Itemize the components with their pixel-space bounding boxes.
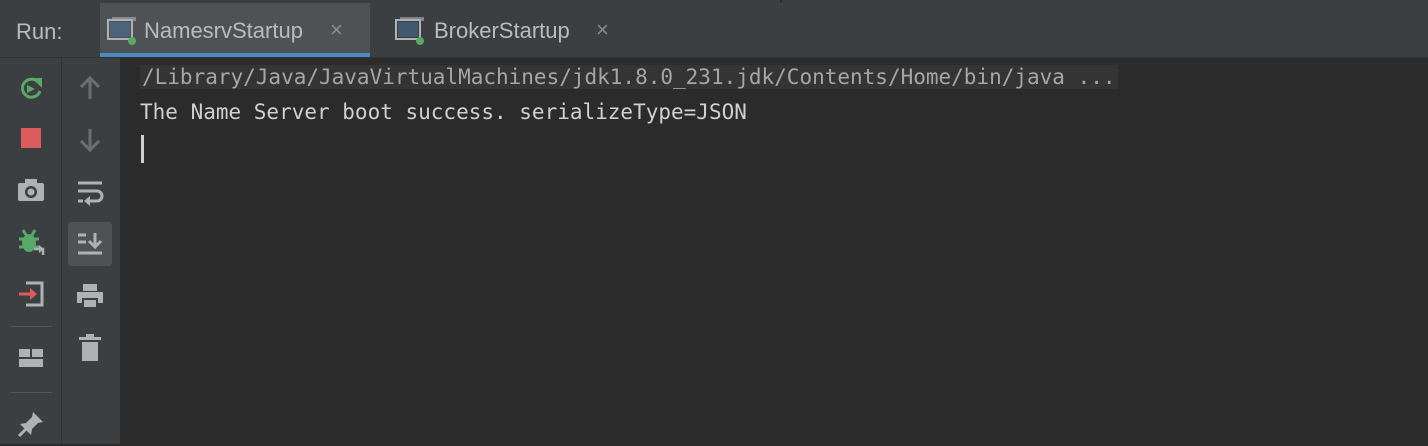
layout-icon [19,349,43,367]
arrow-up-icon [79,75,101,99]
tab-namesrv-startup[interactable]: NamesrvStartup × [100,3,370,57]
soft-wrap-icon [78,181,104,206]
toolbar-separator [10,326,52,327]
run-config-icon [107,17,136,45]
print-icon [77,284,103,309]
console-command-line[interactable]: /Library/Java/JavaVirtualMachines/jdk1.8… [140,65,1118,89]
console-output[interactable]: /Library/Java/JavaVirtualMachines/jdk1.8… [121,58,1428,444]
run-config-icon [395,17,424,45]
stop-button[interactable] [9,116,53,160]
soft-wrap-button[interactable] [68,170,112,214]
clear-all-button[interactable] [68,326,112,370]
debug-bug-icon [19,229,45,255]
run-actions-toolbar [0,58,62,444]
previous-occurrence-button[interactable] [68,66,112,110]
console-output-line: The Name Server boot success. serializeT… [140,100,747,124]
stop-icon [21,128,41,148]
close-icon[interactable]: × [330,17,343,43]
scroll-to-end-icon [78,233,103,255]
close-icon[interactable]: × [596,17,609,43]
run-toolwindow-header: Run: NamesrvStartup × BrokerStartup × [0,3,1428,58]
tab-label: BrokerStartup [434,18,570,43]
arrow-down-icon [79,129,101,153]
toolbar-separator [10,392,52,393]
next-occurrence-button[interactable] [68,118,112,162]
camera-icon [18,179,44,201]
rerun-button[interactable] [9,66,53,110]
trash-icon [79,334,101,361]
pin-icon [17,412,43,438]
print-button[interactable] [68,274,112,318]
tab-label: NamesrvStartup [144,18,303,43]
restore-layout-button[interactable] [9,272,53,316]
scroll-to-end-button[interactable] [68,222,112,266]
console-actions-toolbar [62,58,121,444]
debug-button[interactable] [9,220,53,264]
tab-broker-startup[interactable]: BrokerStartup × [390,3,630,57]
import-login-icon [19,281,44,307]
layout-settings-button[interactable] [9,336,53,380]
pin-tab-button[interactable] [9,402,53,446]
run-label: Run: [16,19,63,44]
rerun-icon [20,77,42,99]
text-caret [141,135,144,163]
thread-dump-button[interactable] [9,168,53,212]
active-tab-indicator [100,53,370,57]
